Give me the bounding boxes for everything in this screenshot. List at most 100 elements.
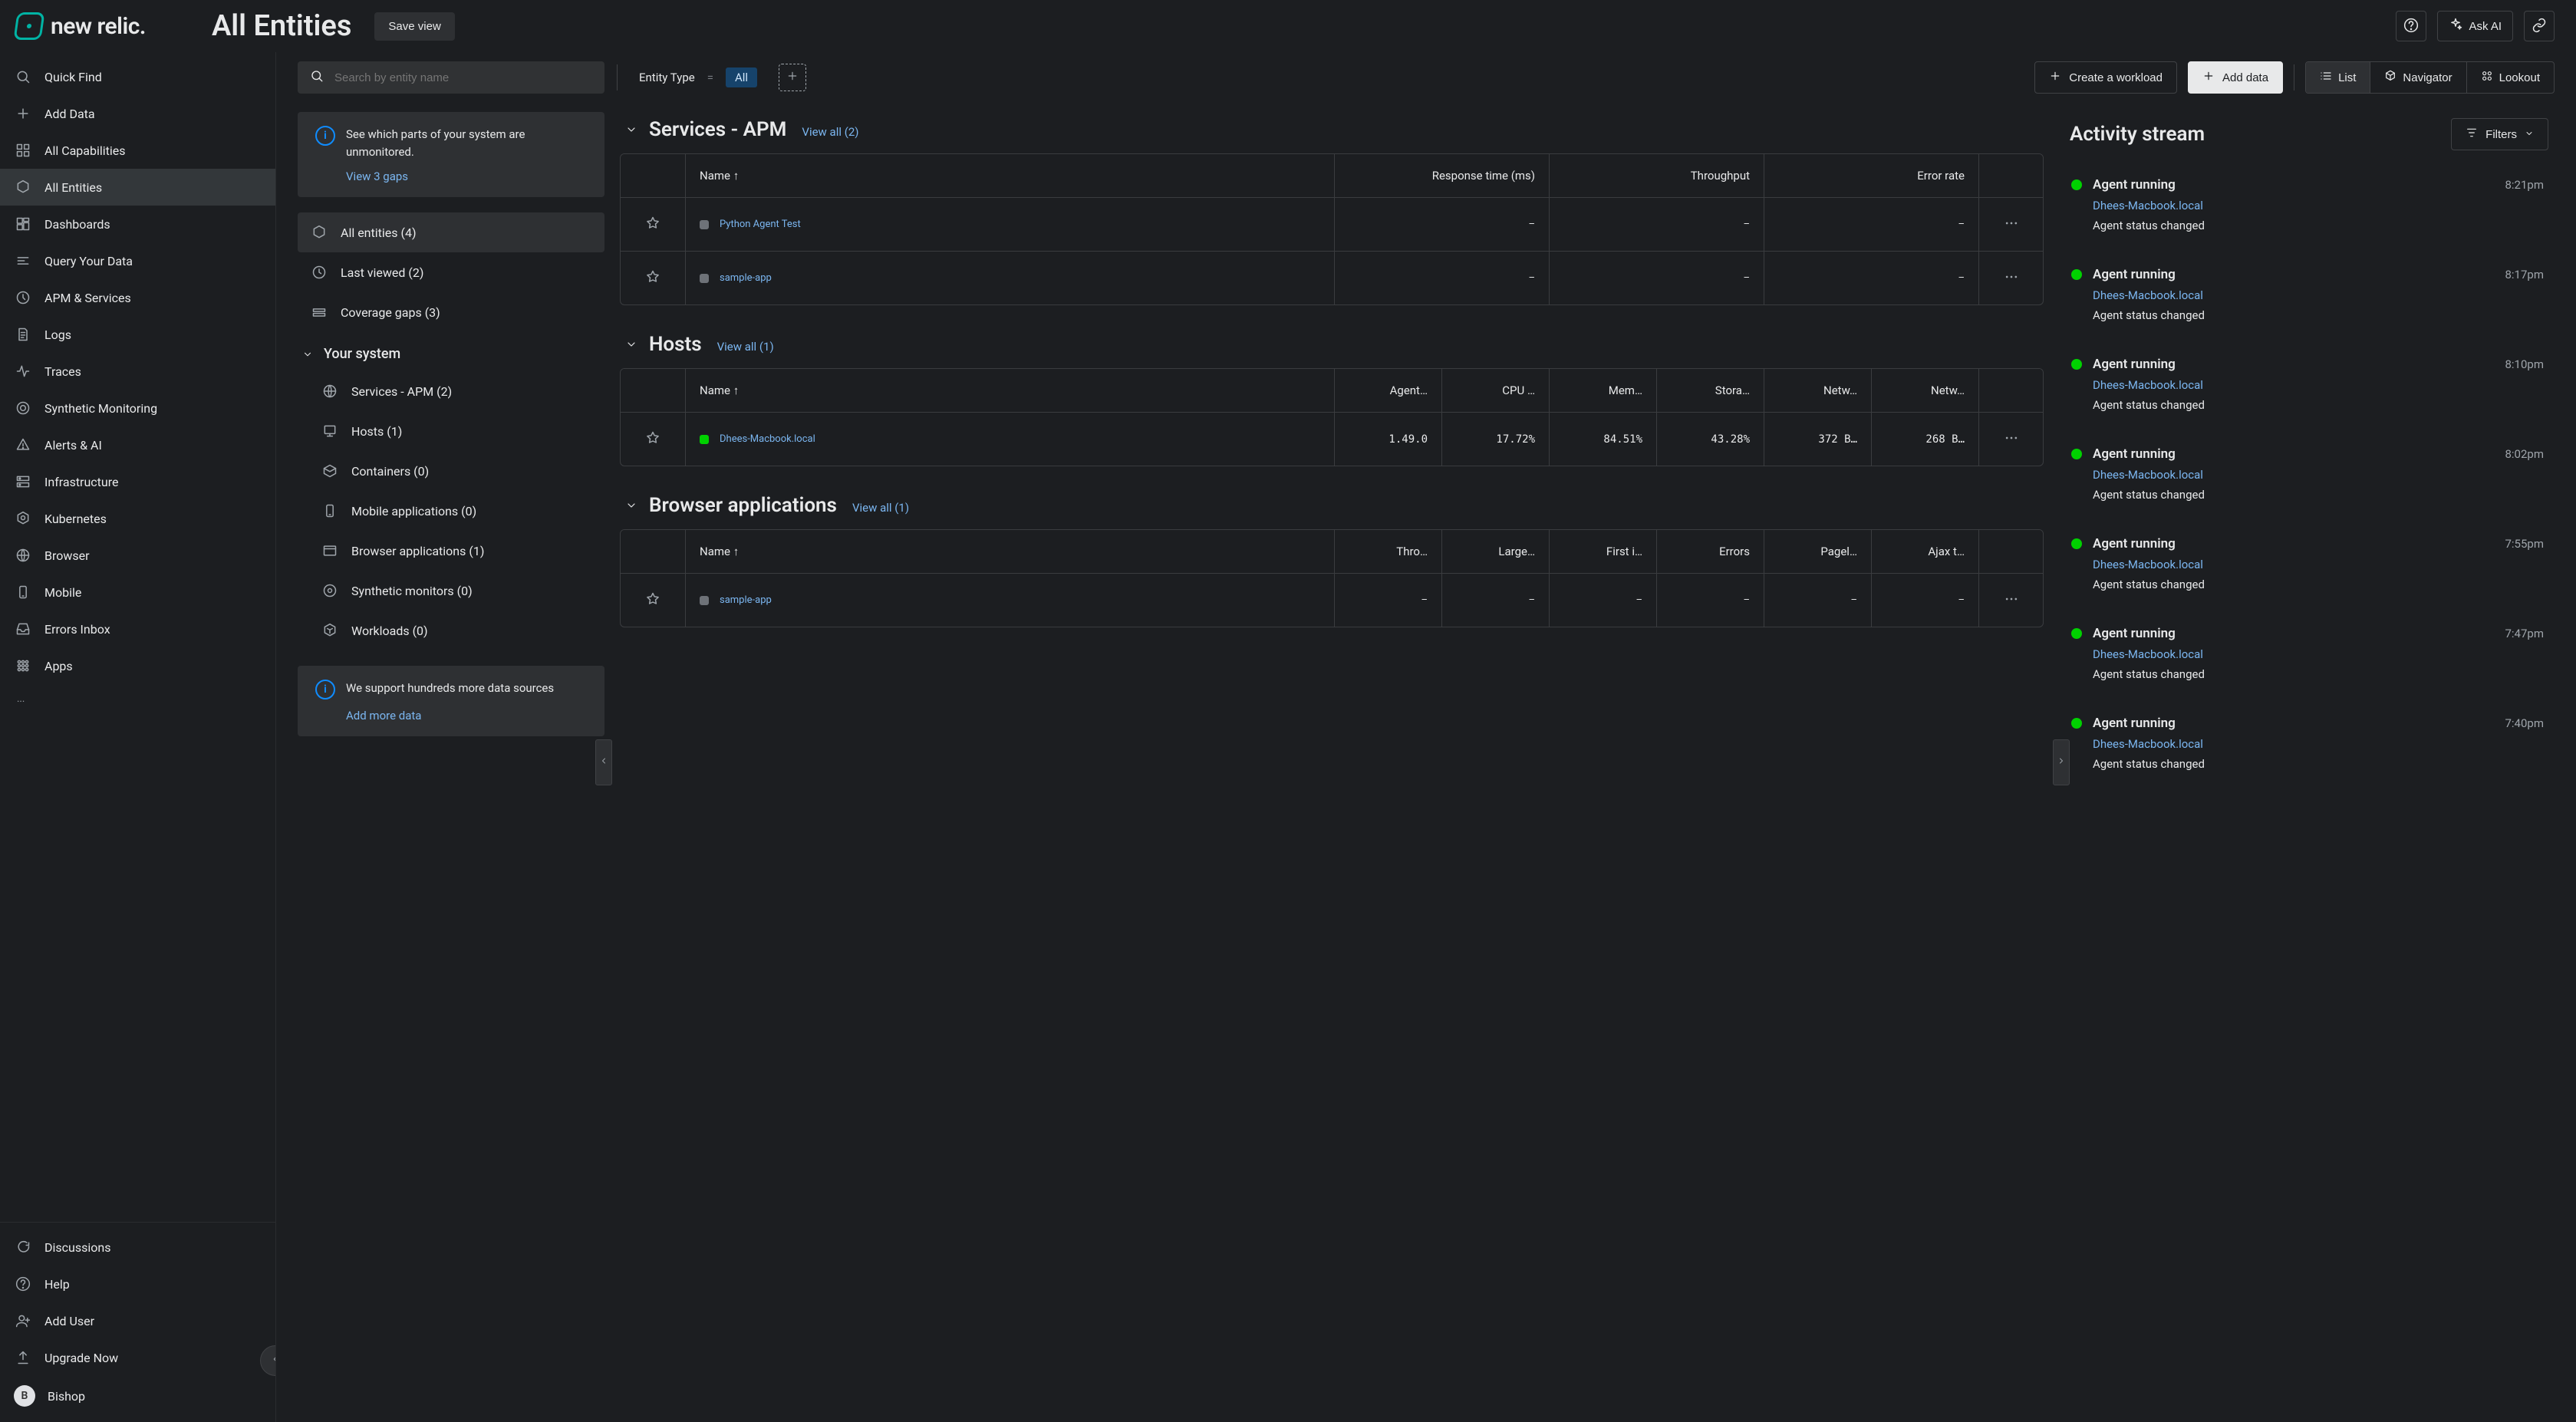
col-cpu[interactable]: CPU … (1441, 369, 1549, 412)
col-name[interactable]: Name ↑ (685, 530, 1334, 573)
left-pane-handle[interactable] (595, 739, 612, 785)
favorite-button[interactable] (621, 252, 685, 304)
browser-view-all-link[interactable]: View all (1) (852, 501, 909, 515)
col-throughput[interactable]: Throughput (1549, 154, 1764, 197)
nav-item-add-user[interactable]: Add User (0, 1302, 275, 1339)
tree-item[interactable]: Containers (0) (308, 451, 604, 491)
activity-item[interactable]: Agent running7:55pmDhees-Macbook.localAg… (2064, 523, 2551, 604)
activity-item[interactable]: Agent running8:10pmDhees-Macbook.localAg… (2064, 344, 2551, 424)
col-mem[interactable]: Mem… (1549, 369, 1656, 412)
tree-item[interactable]: All entities (4) (298, 212, 604, 252)
col-fid[interactable]: First i… (1549, 530, 1656, 573)
filter-chip[interactable]: Entity Type = All (630, 61, 766, 94)
activity-item[interactable]: Agent running8:21pmDhees-Macbook.localAg… (2064, 164, 2551, 245)
entity-link[interactable]: sample-app (720, 272, 772, 284)
right-pane-handle[interactable] (2053, 739, 2070, 785)
tree-item[interactable]: Hosts (1) (308, 411, 604, 451)
table-row[interactable]: Dhees-Macbook.local1.49.017.72%84.51%43.… (621, 412, 2043, 466)
add-more-data-link[interactable]: Add more data (346, 709, 589, 723)
tree-item[interactable]: Workloads (0) (308, 611, 604, 650)
activity-host-link[interactable]: Dhees-Macbook.local (2093, 737, 2544, 751)
nav-item-infrastructure[interactable]: Infrastructure (0, 463, 275, 500)
col-pageload[interactable]: Pagel… (1764, 530, 1871, 573)
logo[interactable]: new relic. (15, 12, 146, 40)
row-actions-button[interactable] (1978, 413, 2043, 466)
create-workload-button[interactable]: Create a workload (2034, 61, 2177, 94)
section-title[interactable]: Hosts (624, 333, 702, 356)
nav-item-discussions[interactable]: Discussions (0, 1229, 275, 1266)
search-box[interactable] (298, 61, 604, 94)
nav-item-query-your-data[interactable]: Query Your Data (0, 242, 275, 279)
col-name[interactable]: Name ↑ (685, 369, 1334, 412)
nav-item-apps[interactable]: Apps (0, 647, 275, 684)
nav-more[interactable]: ... (0, 684, 275, 714)
nav-item-help[interactable]: Help (0, 1266, 275, 1302)
activity-host-link[interactable]: Dhees-Macbook.local (2093, 558, 2544, 571)
favorite-button[interactable] (621, 413, 685, 466)
nav-item-logs[interactable]: Logs (0, 316, 275, 353)
table-row[interactable]: sample-app––– (621, 251, 2043, 304)
save-view-button[interactable]: Save view (374, 12, 454, 41)
tree-item[interactable]: Synthetic monitors (0) (308, 571, 604, 611)
activity-item[interactable]: Agent running7:47pmDhees-Macbook.localAg… (2064, 613, 2551, 693)
search-input[interactable] (333, 71, 592, 85)
favorite-button[interactable] (621, 198, 685, 251)
activity-list[interactable]: Agent running8:21pmDhees-Macbook.localAg… (2064, 164, 2555, 1401)
favorite-button[interactable] (621, 574, 685, 627)
activity-host-link[interactable]: Dhees-Macbook.local (2093, 378, 2544, 392)
nav-item-all-entities[interactable]: All Entities (0, 169, 275, 206)
section-title[interactable]: Browser applications (624, 494, 837, 517)
nav-item-synthetic-monitoring[interactable]: Synthetic Monitoring (0, 390, 275, 426)
nav-item-add-data[interactable]: Add Data (0, 95, 275, 132)
col-net-out[interactable]: Netw… (1871, 369, 1978, 412)
tree-item[interactable]: Services - APM (2) (308, 371, 604, 411)
view-gaps-link[interactable]: View 3 gaps (346, 170, 589, 183)
nav-item-quick-find[interactable]: Quick Find (0, 58, 275, 95)
col-lcp[interactable]: Large… (1441, 530, 1549, 573)
activity-host-link[interactable]: Dhees-Macbook.local (2093, 468, 2544, 482)
nav-item-kubernetes[interactable]: Kubernetes (0, 500, 275, 537)
activity-host-link[interactable]: Dhees-Macbook.local (2093, 288, 2544, 302)
share-link-button[interactable] (2524, 11, 2555, 41)
entity-link[interactable]: Dhees-Macbook.local (720, 433, 815, 445)
col-throughput[interactable]: Thro… (1334, 530, 1441, 573)
nav-item-dashboards[interactable]: Dashboards (0, 206, 275, 242)
entity-link[interactable]: sample-app (720, 594, 772, 606)
nav-item-mobile[interactable]: Mobile (0, 574, 275, 611)
activity-item[interactable]: Agent running8:02pmDhees-Macbook.localAg… (2064, 433, 2551, 514)
services-view-all-link[interactable]: View all (2) (802, 125, 858, 139)
row-actions-button[interactable] (1978, 574, 2043, 627)
col-agent[interactable]: Agent… (1334, 369, 1441, 412)
row-actions-button[interactable] (1978, 252, 2043, 304)
col-response-time[interactable]: Response time (ms) (1334, 154, 1549, 197)
activity-host-link[interactable]: Dhees-Macbook.local (2093, 647, 2544, 661)
tree-group-head[interactable]: Your system (298, 334, 604, 370)
col-storage[interactable]: Stora… (1656, 369, 1764, 412)
help-button[interactable] (2396, 11, 2426, 41)
col-ajax[interactable]: Ajax t… (1871, 530, 1978, 573)
col-name[interactable]: Name ↑ (685, 154, 1334, 197)
nav-item-alerts-ai[interactable]: Alerts & AI (0, 426, 275, 463)
table-row[interactable]: Python Agent Test––– (621, 197, 2043, 251)
view-list-button[interactable]: List (2306, 62, 2370, 93)
nav-item-errors-inbox[interactable]: Errors Inbox (0, 611, 275, 647)
nav-user[interactable]: B Bishop (0, 1376, 275, 1416)
nav-item-browser[interactable]: Browser (0, 537, 275, 574)
col-net-in[interactable]: Netw… (1764, 369, 1871, 412)
tree-item[interactable]: Coverage gaps (3) (298, 292, 604, 332)
activity-filters-button[interactable]: Filters (2451, 118, 2548, 150)
col-error-rate[interactable]: Error rate (1764, 154, 1978, 197)
row-actions-button[interactable] (1978, 198, 2043, 251)
ask-ai-button[interactable]: Ask AI (2437, 11, 2513, 41)
view-navigator-button[interactable]: Navigator (2370, 62, 2466, 93)
activity-host-link[interactable]: Dhees-Macbook.local (2093, 199, 2544, 212)
hosts-view-all-link[interactable]: View all (1) (717, 340, 774, 354)
tree-item[interactable]: Last viewed (2) (298, 252, 604, 292)
tree-item[interactable]: Mobile applications (0) (308, 491, 604, 531)
activity-item[interactable]: Agent running8:17pmDhees-Macbook.localAg… (2064, 254, 2551, 334)
add-data-button[interactable]: Add data (2188, 61, 2283, 94)
activity-item[interactable]: Agent running7:40pmDhees-Macbook.localAg… (2064, 703, 2551, 783)
nav-item-upgrade-now[interactable]: Upgrade Now (0, 1339, 275, 1376)
tree-item[interactable]: Browser applications (1) (308, 531, 604, 571)
section-title[interactable]: Services - APM (624, 118, 786, 141)
